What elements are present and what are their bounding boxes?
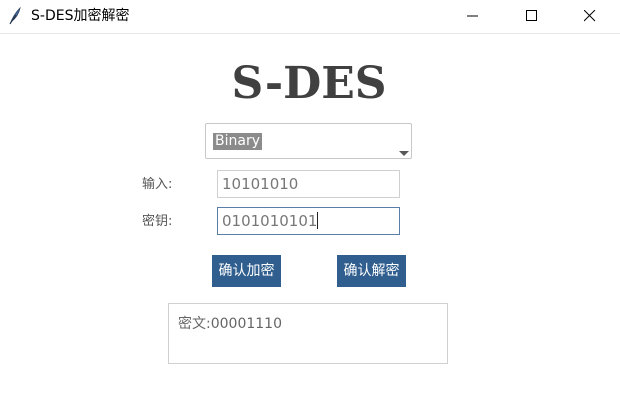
- feather-icon: [8, 6, 22, 25]
- text-caret: [317, 212, 319, 229]
- encrypt-button[interactable]: 确认加密: [212, 255, 281, 287]
- output-box: 密文:00001110: [168, 303, 448, 364]
- minimize-icon: [467, 15, 478, 17]
- minimize-button[interactable]: [450, 0, 496, 33]
- output-text: 密文:00001110: [178, 315, 282, 333]
- input-field[interactable]: 10101010: [217, 170, 400, 198]
- page-title: S-DES: [231, 58, 387, 109]
- key-field-value: 0101010101: [222, 212, 318, 230]
- input-label: 输入:: [142, 177, 173, 192]
- output-value: 00001110: [210, 316, 282, 332]
- chevron-down-icon[interactable]: [399, 151, 409, 156]
- input-field-value: 10101010: [222, 175, 299, 193]
- decrypt-button[interactable]: 确认解密: [337, 255, 406, 287]
- key-label: 密钥:: [142, 214, 173, 229]
- window-title: S-DES加密解密: [31, 8, 130, 24]
- mode-select-value: Binary: [213, 133, 262, 150]
- output-label: 密文:: [178, 316, 211, 332]
- app-window: S-DES加密解密 S-DES Binary 输入: 10101010 密钥: …: [0, 0, 620, 406]
- close-icon: [584, 10, 596, 22]
- maximize-icon: [526, 10, 537, 21]
- key-field[interactable]: 0101010101: [217, 207, 400, 235]
- title-bar[interactable]: S-DES加密解密: [0, 0, 620, 34]
- close-button[interactable]: [567, 0, 613, 33]
- mode-select[interactable]: Binary: [205, 123, 412, 159]
- maximize-button[interactable]: [509, 0, 555, 33]
